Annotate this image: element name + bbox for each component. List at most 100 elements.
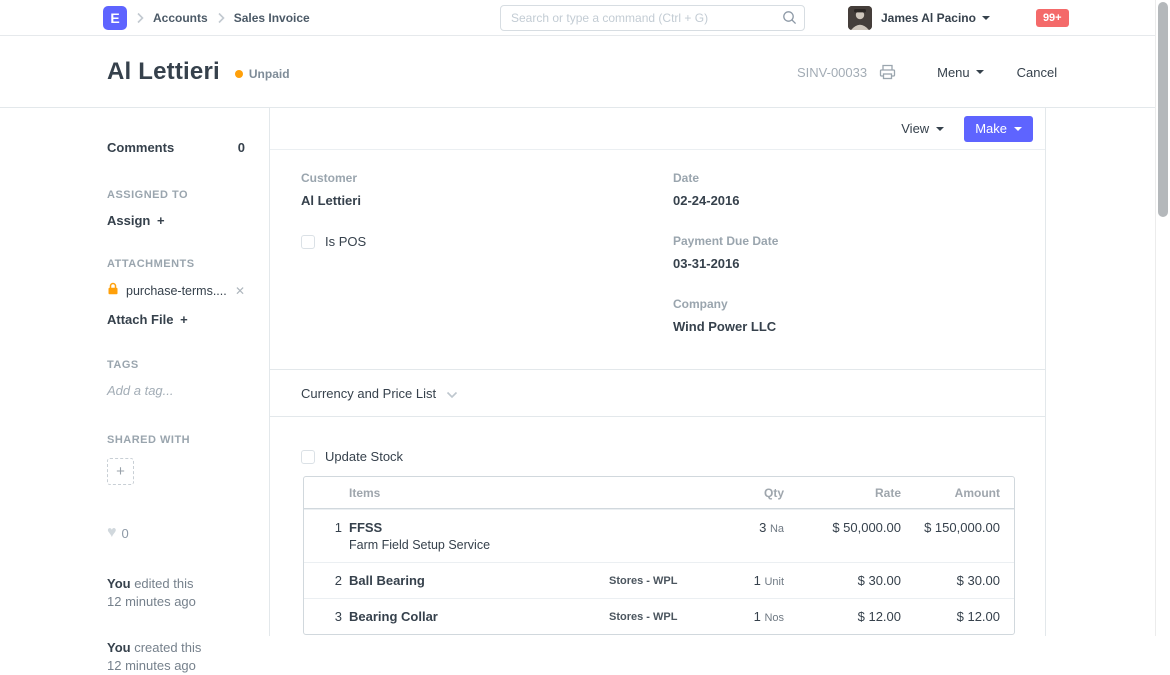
comments-count: 0	[238, 140, 245, 155]
company-field[interactable]: Company Wind Power LLC	[673, 297, 1015, 334]
customer-value[interactable]: Al Lettieri	[301, 193, 643, 208]
customer-field[interactable]: Customer Al Lettieri	[301, 171, 643, 208]
qty-value: 1	[754, 573, 761, 588]
add-tag-input[interactable]: Add a tag...	[107, 383, 245, 398]
user-name: James Al Pacino	[881, 11, 976, 25]
chevron-down-icon	[1014, 127, 1022, 131]
view-label: View	[901, 121, 929, 136]
scrollbar-track[interactable]	[1155, 0, 1170, 636]
activity-when: 12 minutes ago	[107, 594, 196, 609]
activity-action: created this	[131, 640, 202, 655]
breadcrumb-sales-invoice[interactable]: Sales Invoice	[234, 11, 310, 25]
currency-section-label: Currency and Price List	[301, 386, 436, 401]
item-amount: $ 12.00	[901, 599, 1014, 634]
item-qty[interactable]: 1 Unit	[709, 563, 784, 598]
chevron-down-icon	[976, 70, 984, 74]
item-row[interactable]: 1 FFSS Farm Field Setup Service 3 Na $ 5…	[304, 509, 1014, 562]
qty-value: 3	[759, 520, 766, 535]
navbar: E Accounts Sales Invoice James Al Pacino…	[0, 0, 1170, 36]
form-toolbar: View Make	[270, 108, 1045, 150]
print-icon[interactable]	[879, 64, 896, 80]
activity-edited[interactable]: You edited this 12 minutes ago	[107, 575, 245, 611]
item-rate[interactable]: $ 30.00	[784, 563, 901, 598]
make-button[interactable]: Make	[964, 116, 1033, 142]
item-rate[interactable]: $ 50,000.00	[784, 510, 901, 545]
comments-link[interactable]: Comments 0	[107, 140, 245, 155]
update-stock-field[interactable]: Update Stock	[301, 449, 1015, 464]
amount-header: Amount	[901, 477, 1014, 508]
currency-price-list-section-toggle[interactable]: Currency and Price List	[270, 370, 1045, 417]
is-pos-field[interactable]: Is POS	[301, 234, 643, 249]
date-field[interactable]: Date 02-24-2016	[673, 171, 1015, 208]
row-index: 1	[304, 510, 346, 545]
item-row[interactable]: 2 Ball Bearing Stores - WPL 1 Unit $ 30.…	[304, 562, 1014, 598]
payment-due-date-value[interactable]: 03-31-2016	[673, 256, 1015, 271]
form-body: View Make Customer Al Lettieri Is POS	[270, 108, 1046, 636]
items-header: Items	[346, 477, 609, 508]
item-qty[interactable]: 3 Na	[709, 510, 784, 545]
item-code[interactable]: FFSS	[349, 520, 609, 535]
status-dot-icon	[235, 70, 243, 78]
payment-due-date-field[interactable]: Payment Due Date 03-31-2016	[673, 234, 1015, 271]
scrollbar-thumb[interactable]	[1158, 2, 1168, 217]
attach-file-label: Attach File	[107, 312, 173, 327]
menu-label: Menu	[937, 65, 970, 80]
global-search	[500, 5, 805, 31]
chevron-right-icon	[136, 12, 144, 24]
stock-section: Update Stock	[270, 417, 1045, 464]
plus-icon: +	[180, 312, 188, 327]
assigned-to-heading: ASSIGNED TO	[107, 189, 245, 201]
notifications-badge[interactable]: 99+	[1036, 9, 1069, 27]
item-row[interactable]: 3 Bearing Collar Stores - WPL 1 Nos $ 12…	[304, 598, 1014, 634]
warehouse-header	[609, 477, 709, 494]
update-stock-checkbox[interactable]	[301, 450, 315, 464]
menu-button[interactable]: Menu	[937, 65, 984, 80]
activity-action: edited this	[131, 576, 194, 591]
assign-button[interactable]: Assign +	[107, 213, 245, 228]
qty-uom: Nos	[764, 612, 784, 624]
activity-created[interactable]: You created this 12 minutes ago	[107, 639, 245, 675]
app-logo[interactable]: E	[103, 6, 127, 30]
attachment-item[interactable]: purchase-terms.... ✕	[107, 282, 245, 300]
item-rate[interactable]: $ 12.00	[784, 599, 901, 634]
view-button[interactable]: View	[901, 121, 944, 136]
company-value[interactable]: Wind Power LLC	[673, 319, 1015, 334]
add-share-button[interactable]: +	[107, 458, 134, 485]
document-id: SINV-00033	[797, 65, 867, 80]
remove-attachment-icon[interactable]: ✕	[235, 284, 245, 298]
status-label: Unpaid	[249, 67, 290, 81]
row-index: 3	[304, 599, 346, 634]
like-count: 0	[122, 526, 129, 541]
assign-label: Assign	[107, 213, 150, 228]
shared-with-heading: SHARED WITH	[107, 434, 245, 446]
body: Comments 0 ASSIGNED TO Assign + ATTACHME…	[0, 108, 1170, 636]
item-code[interactable]: Ball Bearing	[349, 573, 609, 588]
qty-value: 1	[754, 609, 761, 624]
page-title: Al Lettieri	[107, 58, 220, 86]
page-head: Al Lettieri Unpaid SINV-00033 Menu Cance…	[0, 36, 1170, 108]
item-code[interactable]: Bearing Collar	[349, 609, 609, 624]
invoice-details-section: Customer Al Lettieri Is POS Date 02-24-2…	[270, 150, 1045, 370]
attach-file-button[interactable]: Attach File +	[107, 312, 245, 327]
search-input[interactable]	[500, 5, 805, 31]
item-warehouse	[609, 510, 709, 532]
comments-label: Comments	[107, 140, 174, 155]
breadcrumb: E Accounts Sales Invoice	[103, 0, 310, 36]
item-qty[interactable]: 1 Nos	[709, 599, 784, 634]
is-pos-checkbox[interactable]	[301, 235, 315, 249]
breadcrumb-accounts[interactable]: Accounts	[153, 11, 208, 25]
user-menu[interactable]: James Al Pacino 99+	[848, 0, 1069, 36]
is-pos-label: Is POS	[325, 234, 366, 249]
grid-view-icon[interactable]	[901, 67, 915, 78]
activity-when: 12 minutes ago	[107, 658, 196, 673]
heart-icon[interactable]: ♥	[107, 525, 117, 541]
activity-who: You	[107, 576, 131, 591]
company-label: Company	[673, 297, 1015, 311]
cancel-button[interactable]: Cancel	[1017, 65, 1057, 80]
likes[interactable]: ♥ 0	[107, 525, 245, 541]
attachment-name[interactable]: purchase-terms....	[126, 284, 235, 298]
status-badge: Unpaid	[235, 67, 290, 81]
date-value[interactable]: 02-24-2016	[673, 193, 1015, 208]
items-grid: Items Qty Rate Amount 1 FFSS Farm Field …	[303, 476, 1015, 635]
qty-header: Qty	[709, 477, 784, 508]
